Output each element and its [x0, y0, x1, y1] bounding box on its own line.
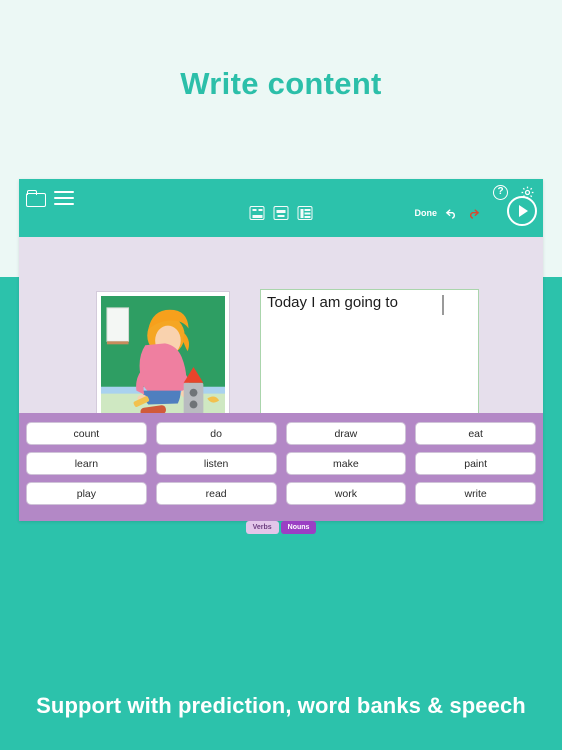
word-button[interactable]: draw: [285, 422, 407, 445]
app-body: Today I am going to ⌫ ↵ ǁ ⌨ ▽: [19, 237, 543, 457]
undo-icon[interactable]: [444, 206, 459, 220]
page-title: Write content: [180, 66, 382, 101]
word-button[interactable]: play: [26, 482, 147, 505]
grid-view-icon[interactable]: [249, 206, 265, 220]
word-button[interactable]: work: [285, 482, 407, 505]
list-view-icon[interactable]: [297, 206, 313, 220]
word-button[interactable]: do: [155, 422, 277, 445]
word-button[interactable]: learn: [26, 452, 147, 475]
folder-icon[interactable]: [26, 190, 46, 207]
word-bank-grid: count do draw eat learn listen make pain…: [26, 422, 536, 505]
keyboard-view-icon[interactable]: [273, 206, 289, 220]
word-button[interactable]: make: [285, 452, 407, 475]
header-left-group: [26, 190, 74, 207]
play-button[interactable]: [507, 196, 537, 226]
word-button[interactable]: write: [415, 482, 536, 505]
word-button[interactable]: read: [155, 482, 277, 505]
redo-icon[interactable]: [466, 206, 481, 220]
word-bank-tabs: Verbs Nouns: [0, 521, 562, 534]
word-button[interactable]: eat: [415, 422, 536, 445]
app-window: ? Done Today I am going to count do draw…: [19, 179, 543, 521]
done-button[interactable]: Done: [415, 208, 438, 218]
help-icon[interactable]: ?: [493, 185, 508, 200]
word-button[interactable]: listen: [155, 452, 277, 475]
done-undo-redo-group: Done: [415, 206, 482, 220]
word-button[interactable]: count: [26, 422, 147, 445]
tab-verbs[interactable]: Verbs: [245, 521, 279, 534]
hamburger-menu-icon[interactable]: [54, 190, 74, 205]
app-header: ? Done: [19, 179, 543, 237]
text-caret: [442, 295, 444, 315]
view-mode-toolbar: [249, 206, 313, 220]
page-root: Write content ? Done Today I am going to…: [0, 0, 562, 750]
page-caption: Support with prediction, word banks & sp…: [36, 693, 526, 718]
word-bank-panel: count do draw eat learn listen make pain…: [19, 413, 543, 521]
editor-text-content: Today I am going to: [267, 294, 403, 311]
tab-nouns[interactable]: Nouns: [280, 521, 317, 534]
word-button[interactable]: paint: [415, 452, 536, 475]
play-icon: [519, 205, 528, 217]
